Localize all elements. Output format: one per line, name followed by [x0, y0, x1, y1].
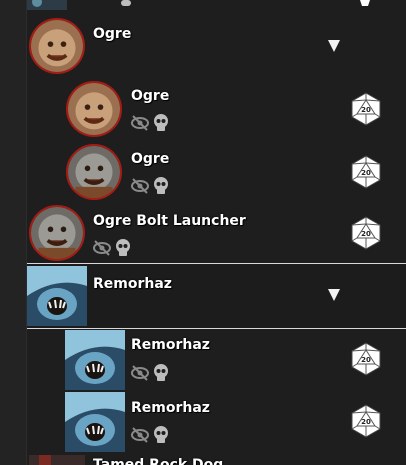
- group-header-remorhaz[interactable]: Remorhaz: [27, 263, 406, 329]
- caret-down-icon[interactable]: [328, 289, 340, 301]
- d20-icon[interactable]: 20: [349, 404, 383, 438]
- d20-icon: [360, 0, 370, 6]
- svg-text:20: 20: [361, 169, 371, 177]
- combatant-name: Remorhaz: [131, 337, 210, 353]
- ogre-bolt-launcher-portrait: [29, 205, 85, 261]
- skull-icon: [116, 239, 130, 256]
- eye-slash-icon: [131, 427, 149, 443]
- status-icons: [131, 426, 168, 443]
- skull-icon: [154, 114, 168, 131]
- remorhaz-portrait: [65, 330, 125, 390]
- list-item-remorhaz-1[interactable]: Remorhaz 20: [27, 329, 406, 391]
- combatant-name: Ogre: [93, 26, 132, 42]
- svg-text:20: 20: [361, 418, 371, 426]
- list-item-ogre-bolt-launcher[interactable]: Ogre Bolt Launcher 20: [27, 203, 406, 263]
- combatant-name: Remorhaz: [93, 276, 172, 292]
- combatant-name: Ogre: [131, 88, 170, 104]
- svg-text:20: 20: [361, 356, 371, 364]
- list-item-tamed-rock-dog[interactable]: Tamed Rock Dog: [27, 455, 406, 465]
- svg-text:20: 20: [361, 230, 371, 238]
- skull-icon: [154, 177, 168, 194]
- d20-icon[interactable]: 20: [349, 342, 383, 376]
- combatant-name: Ogre: [131, 151, 170, 167]
- skull-icon: [121, 0, 131, 6]
- combatant-name: Remorhaz: [131, 400, 210, 416]
- list-item-offscreen[interactable]: [27, 0, 406, 12]
- d20-icon[interactable]: 20: [349, 92, 383, 126]
- status-icons: [131, 177, 168, 194]
- ogre-portrait: [66, 144, 122, 200]
- combat-tracker-list: Ogre Ogre 20 Ogre 20 Ogre Bolt Launcher …: [26, 0, 406, 465]
- ogre-portrait: [66, 81, 122, 137]
- status-icons: [93, 239, 130, 256]
- skull-icon: [154, 364, 168, 381]
- eye-slash-icon: [131, 115, 149, 131]
- list-item-ogre-2[interactable]: Ogre 20: [27, 141, 406, 203]
- combatant-name: Ogre Bolt Launcher: [93, 213, 246, 229]
- group-header-ogre[interactable]: Ogre: [27, 14, 406, 76]
- eye-slash-icon: [131, 178, 149, 194]
- skull-icon: [154, 426, 168, 443]
- eye-slash-icon: [93, 240, 111, 256]
- list-item-ogre-1[interactable]: Ogre 20: [27, 78, 406, 140]
- status-icons: [131, 364, 168, 381]
- d20-icon[interactable]: 20: [349, 155, 383, 189]
- eye-slash-icon: [131, 365, 149, 381]
- portrait-partial-icon: [27, 0, 67, 10]
- combatant-name: Tamed Rock Dog: [93, 457, 224, 465]
- list-item-remorhaz-2[interactable]: Remorhaz 20: [27, 391, 406, 453]
- d20-icon[interactable]: 20: [349, 216, 383, 250]
- remorhaz-portrait: [27, 266, 87, 326]
- portrait-partial-icon: [29, 455, 85, 465]
- caret-down-icon[interactable]: [328, 40, 340, 52]
- ogre-portrait: [29, 18, 85, 74]
- status-icons: [131, 114, 168, 131]
- svg-text:20: 20: [361, 106, 371, 114]
- remorhaz-portrait: [65, 392, 125, 452]
